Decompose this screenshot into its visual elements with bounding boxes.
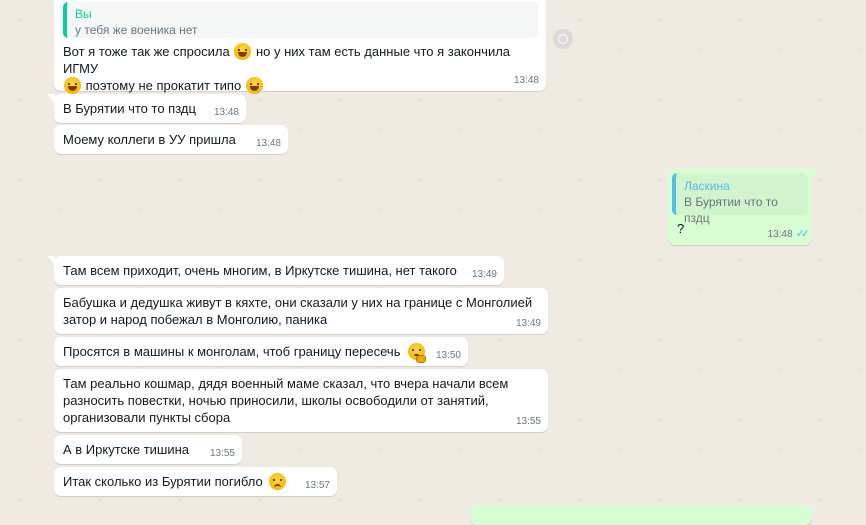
message-text: Просятся в машины к монголам, чтоб грани… — [63, 344, 401, 359]
message-bubble[interactable]: Моему коллеги в УУ пришла 13:48 — [54, 125, 288, 154]
message-text: А в Иркутске тишина — [63, 442, 190, 457]
message-text: организовали пункты сбора — [63, 410, 231, 425]
message-text: затор и народ побежал в Монголию, паника — [63, 312, 328, 327]
message-bubble[interactable]: В Бурятии что то пздц 13:48 — [47, 94, 246, 123]
face-with-tears-of-joy-icon — [245, 77, 263, 94]
message-text: Итак сколько из Бурятии погибло — [63, 474, 263, 489]
message-time: 13:55 — [515, 416, 541, 427]
message-text: Там реально кошмар, дядя военный маме ск… — [63, 376, 509, 391]
thinking-face-icon — [408, 343, 427, 363]
message-text: ? — [677, 221, 685, 236]
quoted-text: у тебя же военика нет — [75, 23, 198, 37]
message-text: Вот я тоже так же спросила — [63, 44, 230, 59]
message-text: Моему коллеги в УУ пришла — [63, 132, 236, 147]
message-time-text: 13:48 — [767, 229, 793, 240]
message-time: 13:55 — [209, 448, 235, 459]
face-with-tears-of-joy-icon — [234, 43, 252, 60]
quoted-author: Ласкина — [684, 179, 730, 193]
message-text: разносить повестки, ночью приносили, шко… — [63, 393, 489, 408]
message-text: В Бурятии что то пздц — [63, 101, 196, 116]
message-time: 13:57 — [304, 480, 330, 491]
message-text: поэтому не прокатит типо — [85, 78, 242, 93]
message-time: 13:48 — [213, 107, 239, 118]
message-time: 13:49 — [471, 269, 497, 280]
message-time: 13:48 ✓✓ — [767, 228, 811, 241]
quoted-author: Вы — [75, 7, 92, 21]
outgoing-message-bubble[interactable]: Ласкина В Бурятии что то пздц ? 13:48 ✓✓ — [668, 169, 819, 245]
message-time: 13:48 — [513, 75, 539, 86]
message-bubble[interactable]: Там реально кошмар, дядя военный маме ск… — [54, 369, 548, 432]
disappointed-face-icon — [269, 473, 287, 490]
read-double-check-icon: ✓✓ — [795, 228, 811, 240]
message-bubble[interactable]: Просятся в машины к монголам, чтоб грани… — [54, 337, 468, 366]
emoji-reaction-icon[interactable] — [553, 29, 573, 49]
message-bubble[interactable]: Вы у тебя же военика нет Вот я тоже так … — [54, 0, 546, 94]
message-time: 13:49 — [515, 318, 541, 329]
message-bubble[interactable]: Бабушка и дедушка живут в кяхте, они ска… — [54, 288, 548, 334]
quoted-message[interactable]: Вы у тебя же военика нет — [63, 2, 538, 38]
quoted-message[interactable]: Ласкина В Бурятии что то пздц — [672, 173, 808, 225]
face-with-tears-of-joy-icon — [64, 77, 81, 94]
message-time: 13:48 — [255, 138, 281, 149]
message-time: 13:50 — [435, 350, 461, 361]
message-bubble[interactable]: А в Иркутске тишина 13:55 — [54, 435, 242, 464]
message-text: Бабушка и дедушка живут в кяхте, они ска… — [63, 295, 533, 310]
message-bubble[interactable]: Там всем приходит, очень многим, в Иркут… — [47, 256, 504, 285]
message-bubble[interactable]: Итак сколько из Бурятии погибло 13:57 — [54, 467, 337, 496]
outgoing-message-bubble[interactable] — [470, 505, 812, 525]
message-text: Там всем приходит, очень многим, в Иркут… — [63, 263, 457, 278]
